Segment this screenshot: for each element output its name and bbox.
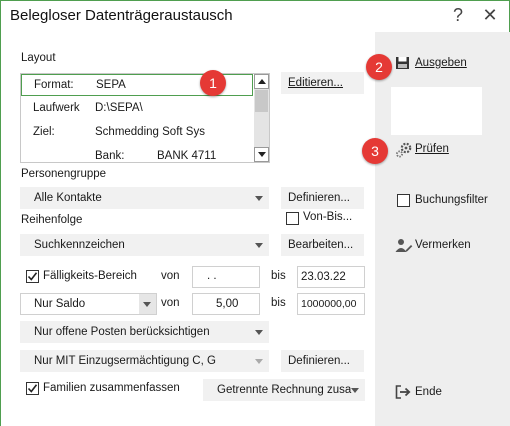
personengruppe-label: Personengruppe [21, 168, 107, 180]
chevron-down-icon [255, 330, 263, 335]
scroll-thumb[interactable] [255, 90, 268, 112]
einzug-select[interactable]: Nur MIT Einzugsermächtigung C, G [20, 350, 269, 372]
buchungsfilter-toggle[interactable]: Buchungsfilter [391, 190, 509, 212]
define-einzug-label: Definieren... [288, 355, 351, 367]
check-icon [27, 272, 38, 281]
layout-row-key: Ziel: [33, 126, 55, 138]
chevron-down-icon [143, 302, 151, 307]
scroll-up-arrow-icon[interactable] [254, 74, 269, 89]
buchungsfilter-checkbox[interactable] [397, 194, 410, 207]
layout-row-key: Laufwerk [33, 102, 80, 114]
saldo-bis-value: 1000000,00 [301, 298, 357, 310]
edit-layout-label: Editieren... [288, 77, 343, 89]
save-icon [395, 56, 410, 73]
faelligkeit-von-input[interactable]: . . [192, 266, 260, 288]
layout-row-key: Format: [34, 79, 74, 91]
title-bar: Belegloser Datenträgeraustausch ? ✕ [1, 1, 509, 31]
layout-row-value: D:\SEPA\ [95, 102, 143, 114]
side-panel: Ausgeben Prüfen Buchungsfilter Vermerken… [375, 32, 510, 426]
layout-list[interactable]: Format: SEPA Laufwerk D:\SEPA\ Ziel: Sch… [20, 73, 270, 163]
layout-row-value: BANK 4711 [157, 150, 217, 162]
ausgeben-label: Ausgeben [415, 57, 467, 69]
chevron-down-icon [255, 196, 263, 201]
offene-posten-select[interactable]: Nur offene Posten berücksichtigen [20, 321, 269, 343]
define-einzug-button[interactable]: Definieren... [281, 350, 364, 372]
ende-label: Ende [415, 386, 442, 398]
saldo-value: Nur Saldo [34, 298, 86, 310]
offene-posten-value: Nur offene Posten berücksichtigen [34, 326, 210, 338]
scroll-down-arrow-icon[interactable] [254, 147, 269, 162]
ende-button[interactable]: Ende [391, 382, 501, 404]
layout-row-key: Bank: [95, 150, 125, 162]
reihenfolge-label: Reihenfolge [21, 214, 83, 226]
bearbeiten-reihenfolge-label: Bearbeiten... [288, 239, 354, 251]
familien-label: Familien zusammenfassen [43, 382, 180, 394]
chevron-down-icon [255, 243, 263, 248]
define-personengruppe-label: Definieren... [288, 192, 351, 204]
exit-icon [395, 385, 411, 402]
rechnung-select[interactable]: Getrennte Rechnung zusa [203, 379, 365, 401]
von-bis-label: Von-Bis... [303, 211, 353, 223]
edit-layout-button[interactable]: Editieren... [281, 72, 364, 94]
layout-row-ziel[interactable]: Ziel: Schmedding Soft Sys [21, 122, 253, 144]
reihenfolge-value: Suchkennzeichen [34, 239, 125, 251]
check-icon [27, 384, 38, 393]
faelligkeit-label: Fälligkeits-Bereich [43, 270, 137, 282]
saldo-von-label: von [161, 297, 180, 309]
layout-row-laufwerk[interactable]: Laufwerk D:\SEPA\ [21, 98, 253, 120]
einzug-value: Nur MIT Einzugsermächtigung C, G [34, 355, 216, 367]
chevron-down-icon [255, 359, 263, 364]
saldo-select[interactable]: Nur Saldo [20, 293, 157, 315]
layout-row-bank[interactable]: Bank: BANK 4711 [21, 146, 253, 162]
dialog-window: Belegloser Datenträgeraustausch ? ✕ Layo… [0, 0, 510, 426]
faelligkeit-bis-value: 23.03.22 [301, 271, 346, 283]
chevron-down-icon [351, 388, 359, 393]
faelligkeit-bis-label: bis [271, 270, 286, 282]
personengruppe-value: Alle Kontakte [34, 192, 102, 204]
von-bis-checkbox[interactable] [286, 212, 299, 225]
faelligkeit-von-value: . . [207, 270, 217, 282]
close-button[interactable]: ✕ [479, 4, 501, 26]
saldo-bis-label: bis [271, 297, 286, 309]
faelligkeit-bis-input[interactable]: 23.03.22 [297, 266, 365, 288]
faelligkeit-von-label: von [161, 270, 180, 282]
gears-icon [395, 142, 413, 161]
define-personengruppe-button[interactable]: Definieren... [281, 187, 364, 209]
user-edit-icon [395, 238, 413, 256]
step-badge-1: 1 [200, 70, 226, 96]
pruefen-button[interactable]: Prüfen [391, 139, 501, 161]
saldo-von-input[interactable]: 5,00 [192, 293, 260, 315]
saldo-bis-input[interactable]: 1000000,00 [297, 293, 365, 315]
output-preview-box [391, 87, 482, 135]
layout-row-value: Schmedding Soft Sys [95, 126, 205, 138]
layout-row-value: SEPA [96, 79, 126, 91]
step-badge-2: 2 [366, 54, 392, 80]
vermerken-label: Vermerken [415, 239, 471, 251]
buchungsfilter-label: Buchungsfilter [415, 194, 488, 206]
familien-checkbox[interactable] [26, 382, 39, 395]
rechnung-value: Getrennte Rechnung zusa [217, 384, 352, 396]
reihenfolge-select[interactable]: Suchkennzeichen [20, 234, 269, 256]
help-button[interactable]: ? [447, 4, 469, 26]
layout-scrollbar[interactable] [254, 74, 269, 162]
main-panel: Layout Format: SEPA Laufwerk D:\SEPA\ Zi… [1, 32, 375, 426]
bearbeiten-reihenfolge-button[interactable]: Bearbeiten... [281, 234, 364, 256]
personengruppe-select[interactable]: Alle Kontakte [20, 187, 269, 209]
saldo-von-value: 5,00 [216, 298, 239, 310]
saldo-dropdown-button[interactable] [139, 294, 156, 314]
ausgeben-button[interactable]: Ausgeben [391, 53, 501, 75]
pruefen-label: Prüfen [415, 143, 449, 155]
vermerken-button[interactable]: Vermerken [391, 235, 501, 257]
faelligkeit-checkbox[interactable] [26, 270, 39, 283]
step-badge-3: 3 [362, 138, 388, 164]
layout-section-label: Layout [21, 52, 56, 64]
window-title: Belegloser Datenträgeraustausch [10, 7, 233, 24]
